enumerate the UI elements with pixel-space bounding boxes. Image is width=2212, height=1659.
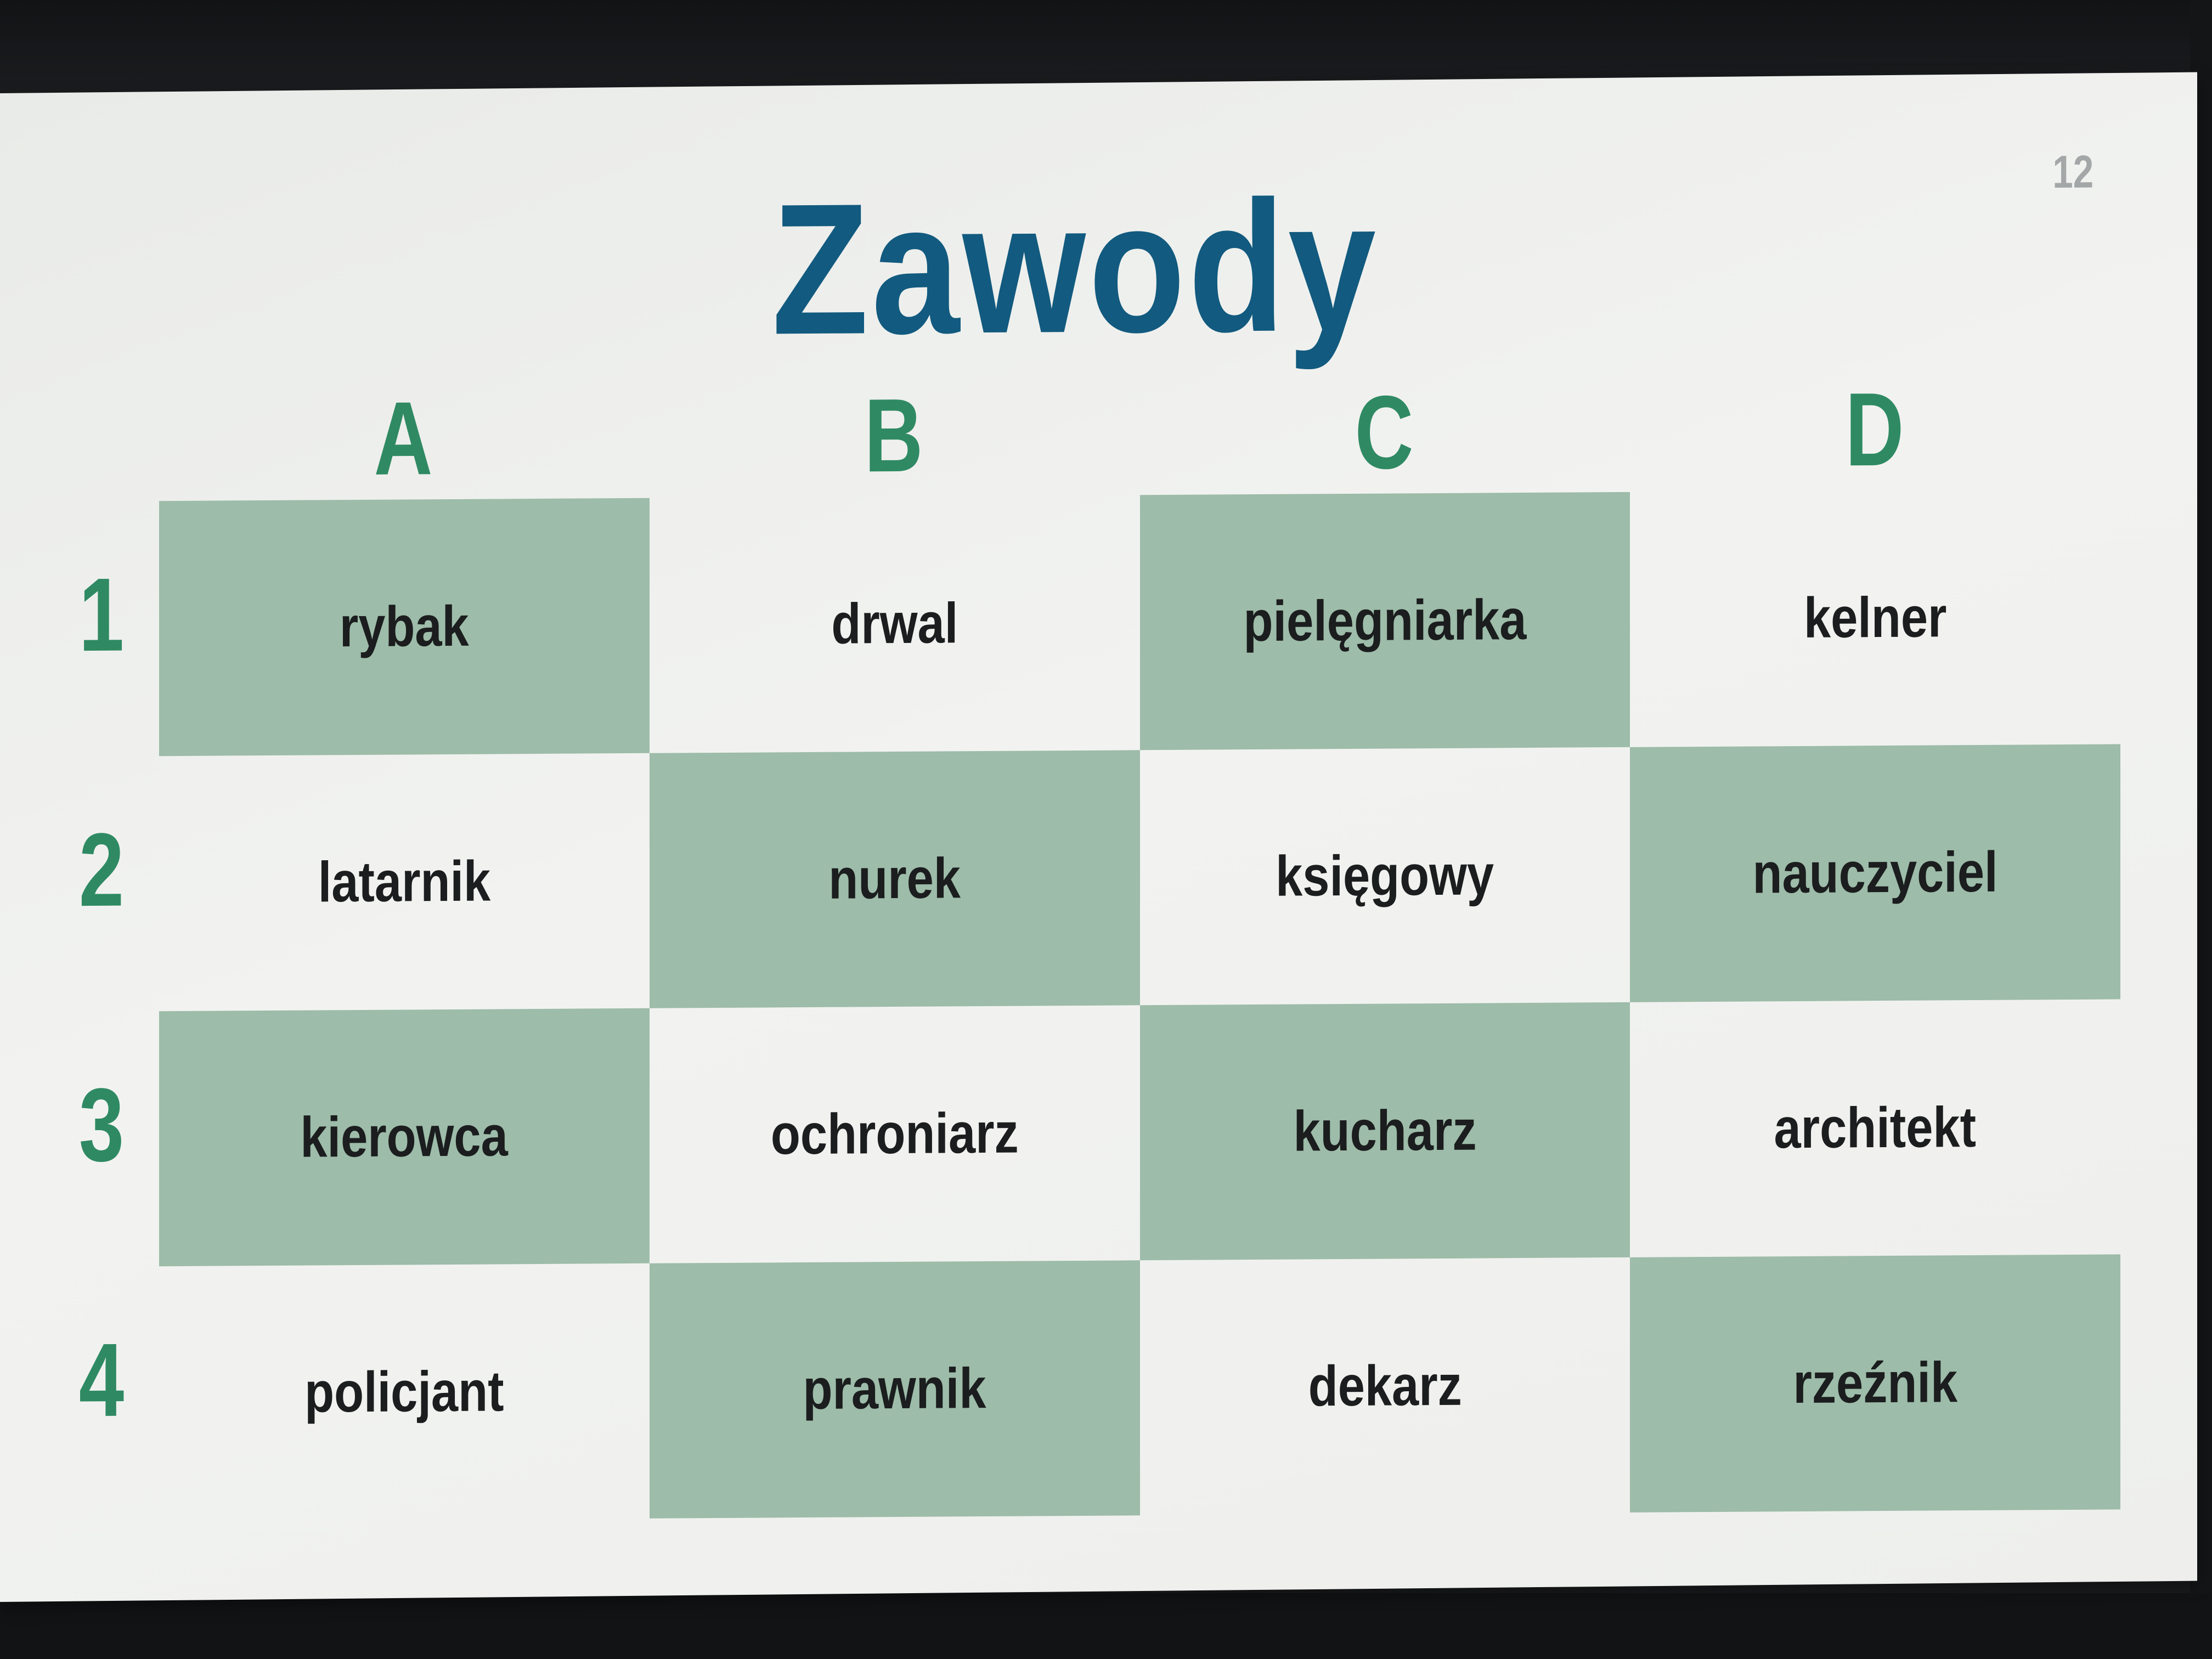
profession-grid: rybak drwal pielęgniarka kelner latarnik… bbox=[159, 489, 2120, 1521]
cell-label: architekt bbox=[1774, 1095, 1977, 1161]
cell-d4: rzeźnik bbox=[1630, 1254, 2120, 1513]
cell-label: rzeźnik bbox=[1793, 1351, 1957, 1416]
cell-label: nauczyciel bbox=[1752, 840, 1998, 906]
cell-label: pielęgniarka bbox=[1243, 588, 1527, 654]
cell-d2: nauczyciel bbox=[1630, 744, 2120, 1002]
cell-label: nurek bbox=[828, 847, 961, 911]
cell-a2: latarnik bbox=[159, 753, 650, 1011]
cell-label: dekarz bbox=[1308, 1353, 1462, 1419]
cell-label: kucharz bbox=[1293, 1098, 1477, 1164]
cell-b3: ochroniarz bbox=[650, 1005, 1140, 1263]
column-header-a: A bbox=[374, 380, 433, 497]
cell-a4: policjant bbox=[159, 1263, 650, 1521]
column-header-c: C bbox=[1355, 374, 1414, 491]
cell-b4: prawnik bbox=[649, 1260, 1140, 1519]
cell-d1: kelner bbox=[1630, 489, 2120, 747]
cell-c3: kucharz bbox=[1139, 1002, 1630, 1261]
card-title: Zawody bbox=[771, 161, 1379, 374]
cell-b2: nurek bbox=[649, 750, 1140, 1008]
column-header-b: B bbox=[864, 377, 923, 494]
cell-label: latarnik bbox=[318, 849, 491, 915]
cell-label: kelner bbox=[1803, 585, 1947, 650]
row-header-4: 4 bbox=[78, 1322, 125, 1439]
cell-label: ochroniarz bbox=[770, 1101, 1019, 1167]
page-number: 12 bbox=[2052, 145, 2094, 198]
card-content: 12 Zawody A B C D 1 2 3 4 rybak drwal pi… bbox=[0, 80, 2197, 1602]
cell-label: prawnik bbox=[803, 1357, 986, 1422]
column-header-d: D bbox=[1845, 371, 1904, 488]
cell-c2: księgowy bbox=[1140, 747, 1630, 1005]
cell-label: drwal bbox=[831, 591, 958, 656]
cell-d3: architekt bbox=[1630, 999, 2120, 1257]
cell-b1: drwal bbox=[650, 495, 1140, 753]
row-header-3: 3 bbox=[78, 1066, 125, 1184]
row-header-2: 2 bbox=[78, 811, 125, 929]
cell-label: rybak bbox=[339, 594, 469, 659]
cell-c4: dekarz bbox=[1140, 1257, 1630, 1515]
cell-label: policjant bbox=[304, 1359, 504, 1425]
vocabulary-card: 12 Zawody A B C D 1 2 3 4 rybak drwal pi… bbox=[0, 72, 2197, 1602]
cell-c1: pielęgniarka bbox=[1139, 492, 1630, 751]
cell-a3: kierowca bbox=[159, 1008, 650, 1267]
cell-label: kierowca bbox=[300, 1104, 509, 1170]
row-header-1: 1 bbox=[78, 556, 125, 674]
cell-a1: rybak bbox=[159, 498, 650, 757]
cell-label: księgowy bbox=[1276, 843, 1494, 909]
background-bottom bbox=[0, 1593, 2212, 1659]
